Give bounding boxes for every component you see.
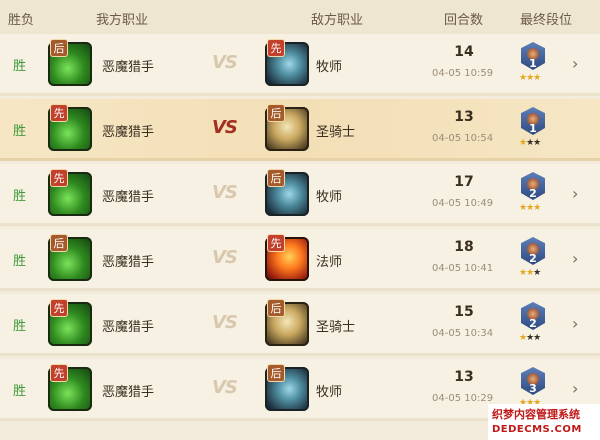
vs-icon: VS (212, 182, 238, 203)
turn-count: 13 (454, 369, 474, 385)
result-label: 胜 (13, 384, 27, 399)
match-row[interactable]: 胜 先 恶魔猎手 VS 后 牧师 17 04-05 10:49 2 ★★★ › (0, 164, 600, 226)
header-turns: 回合数 (444, 13, 484, 28)
enemy-class-label: 牧师 (316, 190, 343, 205)
header-result: 胜负 (8, 13, 35, 28)
my-class-label: 恶魔猎手 (102, 320, 155, 335)
enemy-turn-order-badge: 后 (267, 104, 285, 122)
header-enemy-class: 敌方职业 (311, 13, 364, 28)
match-time: 04-05 10:49 (432, 198, 494, 209)
my-class-label: 恶魔猎手 (102, 190, 155, 205)
rank-number: 2 (529, 317, 537, 330)
header-final-rank: 最终段位 (520, 13, 573, 28)
rank-number: 3 (529, 382, 537, 395)
match-time: 04-05 10:29 (432, 393, 494, 404)
vs-icon: VS (212, 312, 238, 333)
my-turn-order-badge: 先 (50, 364, 68, 382)
enemy-turn-order-badge: 后 (267, 169, 285, 187)
rank-emblem: 2 ★★★ (517, 302, 549, 348)
rank-number: 2 (529, 252, 537, 265)
rank-number: 2 (529, 187, 537, 200)
enemy-turn-order-badge: 后 (267, 364, 285, 382)
my-turn-order-badge: 先 (50, 104, 68, 122)
match-row[interactable]: 胜 后 恶魔猎手 VS 先 法师 18 04-05 10:41 2 ★★★ › (0, 229, 600, 291)
enemy-class-label: 圣骑士 (316, 125, 356, 140)
result-label: 胜 (13, 59, 27, 74)
my-class-label: 恶魔猎手 (102, 60, 155, 75)
rank-number: 1 (529, 122, 537, 135)
turn-count: 14 (454, 44, 474, 60)
rank-stars: ★★★ (519, 268, 541, 278)
rank-emblem: 2 ★★★ (517, 172, 549, 218)
match-time: 04-05 10:34 (432, 328, 494, 339)
match-row[interactable]: 胜 先 恶魔猎手 VS 后 圣骑士 15 04-05 10:34 2 ★★★ › (0, 294, 600, 356)
match-time: 04-05 10:59 (432, 68, 494, 79)
rank-stars: ★★★ (519, 333, 541, 343)
turn-count: 18 (454, 239, 474, 255)
rank-number: 1 (529, 57, 537, 70)
vs-icon: VS (212, 247, 238, 268)
watermark: 织梦内容管理系统 DEDECMS.COM (488, 404, 600, 440)
turn-count: 13 (454, 109, 474, 125)
chevron-right-icon[interactable]: › (572, 184, 578, 203)
enemy-turn-order-badge: 先 (267, 39, 285, 57)
enemy-class-label: 牧师 (316, 385, 343, 400)
enemy-class-label: 法师 (316, 255, 343, 270)
star-icon: ★ (533, 203, 541, 213)
my-turn-order-badge: 后 (50, 39, 68, 57)
chevron-right-icon[interactable]: › (572, 54, 578, 73)
vs-icon: VS (212, 52, 238, 73)
result-label: 胜 (13, 124, 27, 139)
my-turn-order-badge: 先 (50, 169, 68, 187)
rank-stars: ★★★ (519, 138, 541, 148)
star-icon: ★ (533, 138, 541, 148)
my-class-label: 恶魔猎手 (102, 125, 155, 140)
result-label: 胜 (13, 319, 27, 334)
rank-emblem: 1 ★★★ (517, 42, 549, 88)
match-row[interactable]: 胜 后 恶魔猎手 VS 先 牧师 14 04-05 10:59 1 ★★★ › (0, 34, 600, 96)
result-label: 胜 (13, 254, 27, 269)
enemy-turn-order-badge: 先 (267, 234, 285, 252)
match-row[interactable]: 胜 先 恶魔猎手 VS 后 圣骑士 13 04-05 10:54 1 ★★★ (0, 99, 600, 161)
match-time: 04-05 10:41 (432, 263, 494, 274)
my-turn-order-badge: 后 (50, 234, 68, 252)
chevron-right-icon[interactable]: › (572, 249, 578, 268)
rank-stars: ★★★ (519, 73, 541, 83)
chevron-right-icon[interactable]: › (572, 314, 578, 333)
star-icon: ★ (533, 333, 541, 343)
enemy-turn-order-badge: 后 (267, 299, 285, 317)
result-label: 胜 (13, 189, 27, 204)
match-time: 04-05 10:54 (432, 133, 494, 144)
enemy-class-label: 圣骑士 (316, 320, 356, 335)
header-my-class: 我方职业 (96, 13, 149, 28)
my-turn-order-badge: 先 (50, 299, 68, 317)
my-class-label: 恶魔猎手 (102, 385, 155, 400)
star-icon: ★ (533, 73, 541, 83)
table-header: 胜负 我方职业 敌方职业 回合数 最终段位 (0, 0, 600, 34)
vs-icon: VS (212, 117, 238, 138)
vs-icon: VS (212, 377, 238, 398)
rank-stars: ★★★ (519, 203, 541, 213)
my-class-label: 恶魔猎手 (102, 255, 155, 270)
rank-emblem: 2 ★★★ (517, 237, 549, 283)
rank-emblem: 1 ★★★ (517, 107, 549, 153)
star-icon: ★ (533, 268, 541, 278)
chevron-right-icon[interactable]: › (572, 379, 578, 398)
enemy-class-label: 牧师 (316, 60, 343, 75)
turn-count: 17 (454, 174, 474, 190)
turn-count: 15 (454, 304, 474, 320)
